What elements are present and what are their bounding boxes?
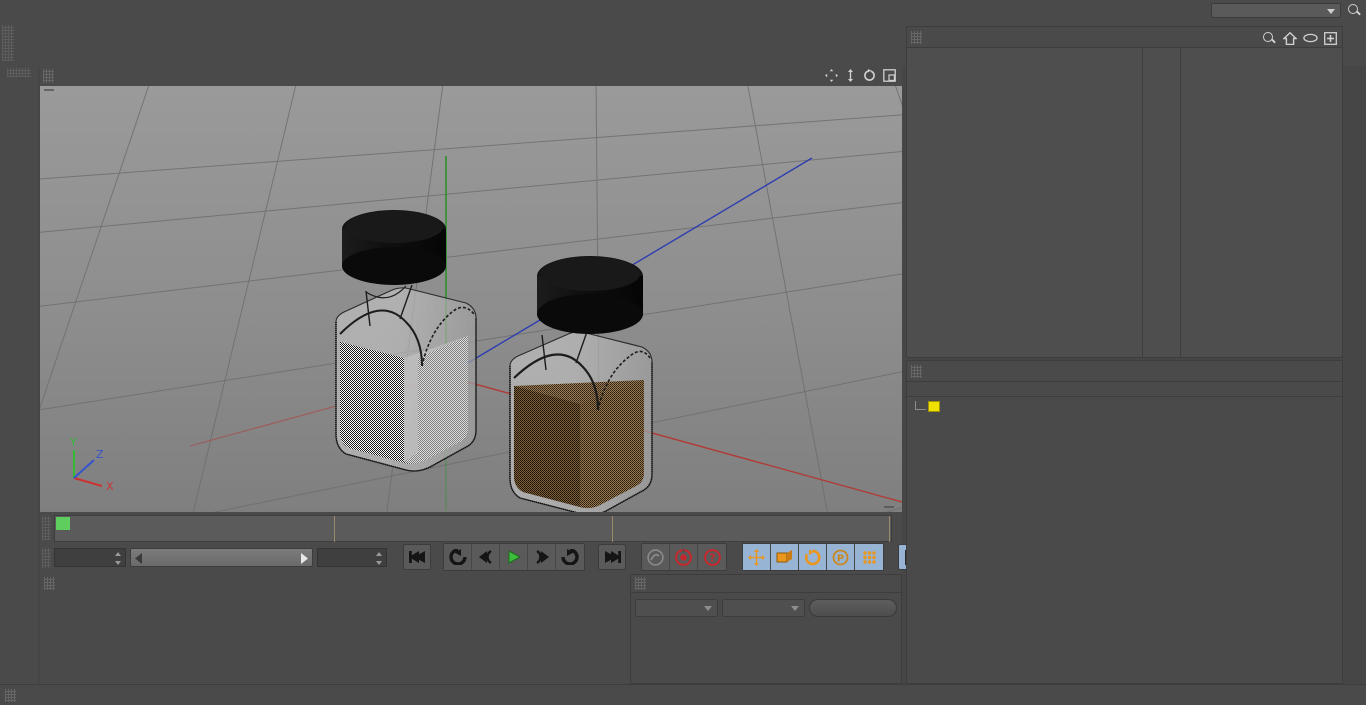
layout-dropdown[interactable]	[1211, 2, 1341, 18]
timeline-ruler[interactable]	[54, 515, 892, 542]
home-icon[interactable]	[1283, 31, 1297, 45]
coordinate-mode-dropdown[interactable]	[722, 599, 805, 617]
apply-button[interactable]	[809, 599, 897, 617]
viewport-camera-label	[44, 89, 54, 91]
coordinates-drag-handle[interactable]	[635, 577, 646, 590]
timeline-playhead-30	[334, 516, 335, 542]
status-drag-handle[interactable]	[5, 688, 16, 702]
viewport-panel: Y X Z	[40, 66, 902, 512]
tree-branch-icon	[915, 401, 926, 410]
scale-key-button[interactable]	[771, 544, 799, 570]
gizmo-x-label: X	[106, 480, 114, 493]
maxon-brand-logo	[2, 562, 32, 680]
cinema4d-window: Y X Z ? P	[0, 0, 1366, 705]
menu-bar-right	[1206, 0, 1362, 20]
eye-icon[interactable]	[1303, 33, 1318, 43]
layers-column-headers	[907, 381, 1342, 397]
timeline-drag-handle[interactable]	[42, 516, 51, 540]
layers-manager	[906, 360, 1343, 684]
go-to-previous-frame-button[interactable]	[472, 544, 500, 570]
stepper-icon[interactable]	[115, 551, 122, 565]
axis-gizmo: Y X Z	[69, 436, 114, 493]
layer-color-swatch[interactable]	[928, 401, 940, 412]
pla-key-button[interactable]: P	[827, 544, 855, 570]
grid-spacing-label	[884, 506, 894, 508]
coordinates-header	[631, 575, 901, 593]
material-drag-handle[interactable]	[44, 576, 55, 590]
go-to-end-button[interactable]	[598, 544, 626, 570]
right-tab-strip	[1344, 26, 1366, 504]
current-frame-field[interactable]	[54, 547, 126, 567]
dolly-icon[interactable]	[845, 69, 856, 82]
rotation-key-button[interactable]	[799, 544, 827, 570]
record-controls: ?	[641, 543, 727, 571]
viewport-3d[interactable]: Y X Z	[40, 86, 902, 512]
range-left-arrow-icon[interactable]	[134, 552, 145, 564]
parameter-key-button[interactable]	[855, 544, 883, 570]
object-manager-header-icons	[1261, 30, 1337, 46]
coordinate-system-dropdown[interactable]	[635, 599, 718, 617]
go-to-start-button[interactable]	[403, 544, 431, 570]
pan-icon[interactable]	[825, 69, 838, 82]
viewport-scene	[40, 86, 902, 512]
coordinates-manager	[630, 574, 902, 684]
timeline-panel: ? P	[40, 512, 926, 574]
end-frame-field[interactable]	[317, 547, 387, 567]
layers-row[interactable]	[907, 398, 1342, 415]
object-manager-tree[interactable]	[907, 47, 1342, 357]
record-active-objects-button[interactable]	[642, 544, 670, 570]
viewport-menu-drag-handle[interactable]	[43, 69, 54, 83]
object-manager-menu-bar	[907, 27, 1342, 47]
animation-param-controls: P	[742, 543, 884, 571]
keyframe-selection-button[interactable]: ?	[698, 544, 726, 570]
search-icon[interactable]	[1346, 2, 1362, 18]
timeline-range-slider[interactable]	[130, 547, 313, 567]
chevron-down-icon	[704, 606, 712, 611]
play-forward-loop-button[interactable]	[556, 544, 584, 570]
timeline-row2-drag-handle[interactable]	[42, 548, 51, 568]
play-backwards-button[interactable]	[444, 544, 472, 570]
gizmo-z-label: Z	[96, 448, 104, 461]
autokeying-button[interactable]	[670, 544, 698, 570]
svg-text:?: ?	[709, 551, 715, 564]
timeline-playhead-60	[612, 516, 613, 542]
left-tool-palette	[0, 66, 38, 684]
gizmo-y-label: Y	[69, 436, 77, 449]
transport-controls	[443, 543, 585, 571]
play-forward-button[interactable]	[500, 544, 528, 570]
new-layer-icon[interactable]	[1324, 31, 1337, 45]
range-right-arrow-icon[interactable]	[298, 552, 309, 564]
status-bar	[0, 684, 1366, 705]
left-palette-drag-handle[interactable]	[7, 68, 31, 77]
viewport-corner-icons	[825, 69, 896, 82]
object-manager	[906, 26, 1343, 358]
position-key-button[interactable]	[743, 544, 771, 570]
svg-text:P: P	[837, 553, 844, 564]
go-to-next-frame-button[interactable]	[528, 544, 556, 570]
rotate-view-icon[interactable]	[863, 69, 876, 82]
layers-drag-handle[interactable]	[911, 364, 922, 378]
timeline-playhead-90	[889, 516, 890, 542]
search-icon[interactable]	[1261, 30, 1277, 46]
layers-menu-bar	[907, 361, 1342, 381]
material-manager	[40, 574, 630, 684]
material-menu-bar	[40, 574, 630, 592]
stepper-icon[interactable]	[376, 551, 383, 565]
maximize-viewport-icon[interactable]	[883, 69, 896, 82]
main-menu-bar	[0, 0, 1366, 20]
object-manager-drag-handle[interactable]	[911, 30, 922, 44]
chevron-down-icon	[1327, 8, 1335, 14]
viewport-menu-bar	[40, 66, 902, 86]
chevron-down-icon	[791, 606, 799, 611]
toolbar-drag-handle[interactable]	[2, 25, 14, 61]
